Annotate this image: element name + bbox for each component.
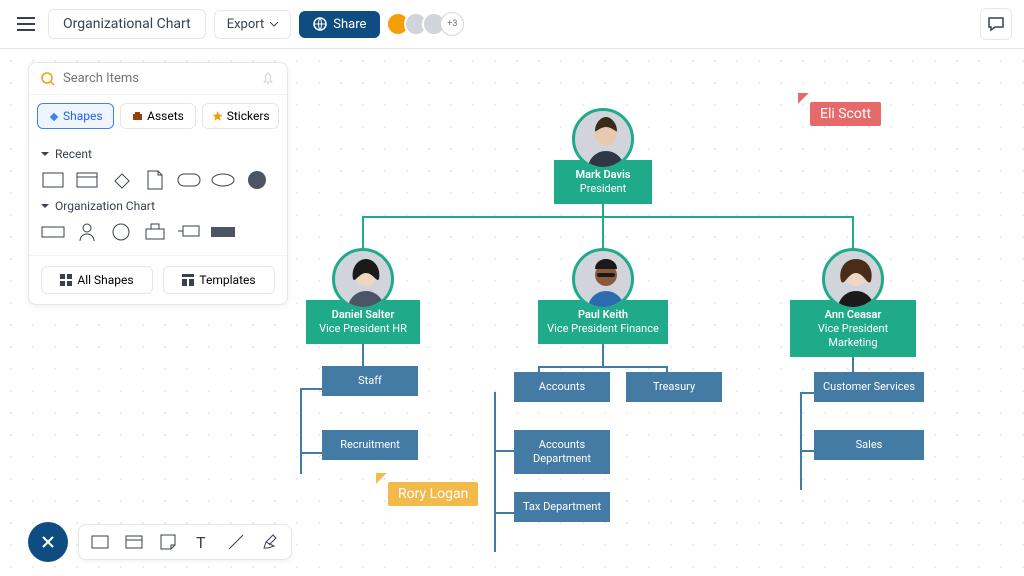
tool-pen[interactable] <box>259 531 281 553</box>
tool-card[interactable] <box>123 531 145 553</box>
share-label: Share <box>333 17 366 32</box>
org-node-accounts-dept[interactable]: Accounts Department <box>514 430 610 474</box>
shape-org-box[interactable] <box>41 223 65 241</box>
shapes-panel: Shapes Assets Stickers Recent Organizati… <box>28 62 288 305</box>
button-label: All Shapes <box>77 273 133 287</box>
section-recent[interactable]: Recent <box>41 147 275 161</box>
node-title: Accounts <box>514 372 610 402</box>
org-node-president[interactable]: Mark DavisPresident <box>554 108 652 204</box>
diamond-icon <box>48 111 59 122</box>
comment-button[interactable] <box>980 8 1012 40</box>
section-label: Recent <box>55 147 92 161</box>
shape-circle-filled[interactable] <box>245 171 269 189</box>
shape-card[interactable] <box>75 171 99 189</box>
cursor-pointer-icon: ◤ <box>376 470 387 486</box>
org-node-treasury[interactable]: Treasury <box>626 372 722 402</box>
star-icon <box>212 111 223 122</box>
tool-rect[interactable] <box>89 531 111 553</box>
avatar <box>572 108 634 170</box>
node-name: Mark Davis <box>560 168 646 182</box>
caret-down-icon <box>41 150 49 158</box>
node-title: Sales <box>814 430 924 460</box>
svg-text:T: T <box>196 534 206 550</box>
org-node-staff[interactable]: Staff <box>322 366 418 396</box>
export-label: Export <box>227 17 265 32</box>
pin-icon[interactable] <box>261 72 275 86</box>
document-title[interactable]: Organizational Chart <box>48 9 206 39</box>
node-title: Vice President Finance <box>544 322 662 336</box>
org-node-recruitment[interactable]: Recruitment <box>322 430 418 460</box>
tab-assets[interactable]: Assets <box>120 103 197 129</box>
shape-bar[interactable] <box>211 223 235 241</box>
node-title: President <box>560 182 646 196</box>
node-title: Customer Services <box>814 372 924 402</box>
node-title: Treasury <box>626 372 722 402</box>
tab-shapes[interactable]: Shapes <box>37 103 114 129</box>
globe-icon <box>313 17 327 31</box>
share-button[interactable]: Share <box>299 11 380 38</box>
menu-button[interactable] <box>12 10 40 38</box>
briefcase-icon <box>132 111 143 122</box>
org-node-vp-finance[interactable]: Paul KeithVice President Finance <box>538 248 668 344</box>
tab-label: Stickers <box>227 109 270 123</box>
node-title: Recruitment <box>322 430 418 460</box>
caret-down-icon <box>41 202 49 210</box>
node-name: Daniel Salter <box>312 308 414 322</box>
shape-page[interactable] <box>143 171 167 189</box>
node-title: Accounts Department <box>514 430 610 474</box>
node-title: Vice President HR <box>312 322 414 336</box>
section-org-chart[interactable]: Organization Chart <box>41 199 275 213</box>
all-shapes-button[interactable]: All Shapes <box>41 266 153 294</box>
avatar <box>572 248 634 310</box>
shape-callout[interactable] <box>177 223 201 241</box>
tool-text[interactable]: T <box>191 531 213 553</box>
search-input[interactable] <box>63 71 253 86</box>
tool-line[interactable] <box>225 531 247 553</box>
node-name: Paul Keith <box>544 308 662 322</box>
org-node-vp-marketing[interactable]: Ann CeasarVice President Marketing <box>790 248 916 357</box>
hamburger-icon <box>17 17 35 31</box>
close-icon <box>40 534 56 550</box>
tool-sticky[interactable] <box>157 531 179 553</box>
node-name: Ann Ceasar <box>796 308 910 322</box>
collaborator-cursor-eli: Eli Scott <box>810 102 881 126</box>
org-node-sales[interactable]: Sales <box>814 430 924 460</box>
shape-rect[interactable] <box>41 171 65 189</box>
org-node-tax[interactable]: Tax Department <box>514 492 610 522</box>
avatar <box>822 248 884 310</box>
close-fab[interactable] <box>28 522 68 562</box>
collaborator-cursor-rory: Rory Logan <box>388 482 478 506</box>
collaborator-avatars[interactable]: +3 <box>392 12 464 36</box>
shape-ellipse[interactable] <box>211 171 235 189</box>
search-icon <box>41 72 55 86</box>
node-title: Staff <box>322 366 418 396</box>
tab-label: Shapes <box>63 109 103 123</box>
org-node-vp-hr[interactable]: Daniel SalterVice President HR <box>306 248 420 344</box>
templates-button[interactable]: Templates <box>163 266 275 294</box>
caret-down-icon <box>270 22 278 27</box>
shape-pill[interactable] <box>177 171 201 189</box>
org-node-accounts[interactable]: Accounts <box>514 372 610 402</box>
section-label: Organization Chart <box>55 199 155 213</box>
tab-label: Assets <box>147 109 184 123</box>
node-title: Vice President Marketing <box>796 322 910 350</box>
avatar <box>332 248 394 310</box>
template-icon <box>182 274 194 286</box>
top-toolbar: Organizational Chart Export Share +3 <box>0 0 1024 49</box>
cursor-pointer-icon: ◤ <box>798 90 809 106</box>
bottom-toolbar: T <box>28 522 292 562</box>
node-title: Tax Department <box>514 492 610 522</box>
export-button[interactable]: Export <box>214 10 292 39</box>
shape-person[interactable] <box>75 223 99 241</box>
shape-circle[interactable] <box>109 223 133 241</box>
button-label: Templates <box>199 273 255 287</box>
tab-stickers[interactable]: Stickers <box>202 103 279 129</box>
chat-icon <box>987 15 1005 33</box>
shape-dept[interactable] <box>143 223 167 241</box>
shape-diamond[interactable] <box>109 171 133 189</box>
org-node-customer-services[interactable]: Customer Services <box>814 372 924 402</box>
avatar-more[interactable]: +3 <box>440 12 464 36</box>
grid-icon <box>60 274 72 286</box>
